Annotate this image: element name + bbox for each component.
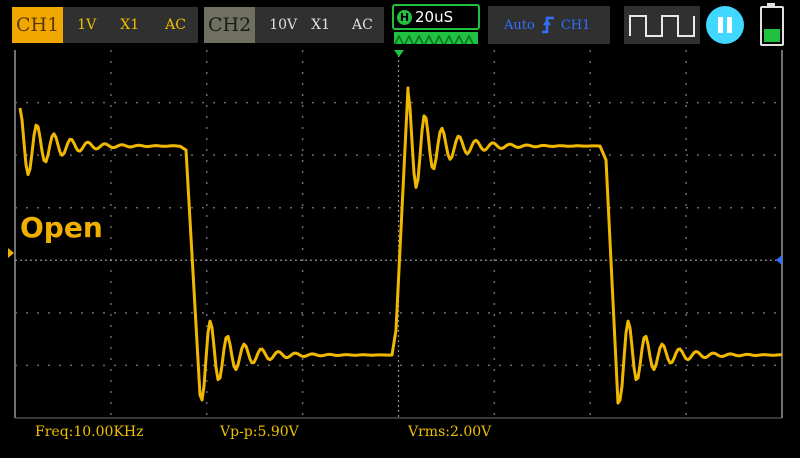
- ch1-probe[interactable]: X1: [120, 17, 139, 33]
- square-wave-icon[interactable]: [624, 6, 700, 44]
- ch1-tag[interactable]: CH1: [12, 7, 64, 43]
- ch1-volts[interactable]: 1V: [77, 17, 96, 33]
- battery-level: [764, 29, 780, 42]
- vrms-readout: Vrms:2.00V: [408, 424, 492, 440]
- pause-icon-bar-right: [727, 17, 732, 33]
- timebase-pattern: [394, 34, 474, 44]
- ch2-tag[interactable]: CH2: [204, 7, 256, 43]
- ch2-settings[interactable]: CH2 10V X1 AC: [204, 7, 384, 43]
- ch2-probe[interactable]: X1: [311, 17, 330, 33]
- scope-grid: [8, 50, 783, 419]
- frequency-readout: Freq:10.00KHz: [35, 424, 144, 440]
- pause-icon-bar-left: [718, 17, 723, 33]
- vpp-readout: Vp-p:5.90V: [220, 424, 299, 440]
- battery-icon: [760, 3, 784, 46]
- ch1-waveform: [18, 86, 782, 405]
- ch2-volts[interactable]: 10V: [269, 17, 297, 33]
- rising-edge-icon: [541, 16, 554, 34]
- ch1-ground-marker: [8, 248, 14, 258]
- ch2-coupling[interactable]: AC: [352, 17, 373, 33]
- timebase-position-bar[interactable]: [394, 32, 478, 44]
- trigger-settings[interactable]: Auto CH1: [488, 6, 610, 44]
- trigger-mode[interactable]: Auto: [504, 18, 535, 33]
- horizontal-badge: H: [397, 9, 412, 25]
- ch1-settings[interactable]: CH1 1V X1 AC: [12, 7, 198, 43]
- run-stop-button[interactable]: [706, 6, 744, 44]
- trigger-level-marker: [776, 255, 782, 265]
- state-label: Open: [20, 211, 103, 244]
- waveform-display[interactable]: [0, 50, 800, 454]
- ch1-coupling[interactable]: AC: [165, 17, 186, 33]
- trigger-position-marker: [394, 50, 404, 57]
- trigger-source[interactable]: CH1: [561, 18, 591, 33]
- top-bar: CH1 1V X1 AC CH2 10V X1 AC H 20uS Auto C…: [0, 0, 800, 50]
- timebase-control[interactable]: H 20uS: [392, 4, 480, 46]
- timebase-value[interactable]: 20uS: [415, 8, 453, 26]
